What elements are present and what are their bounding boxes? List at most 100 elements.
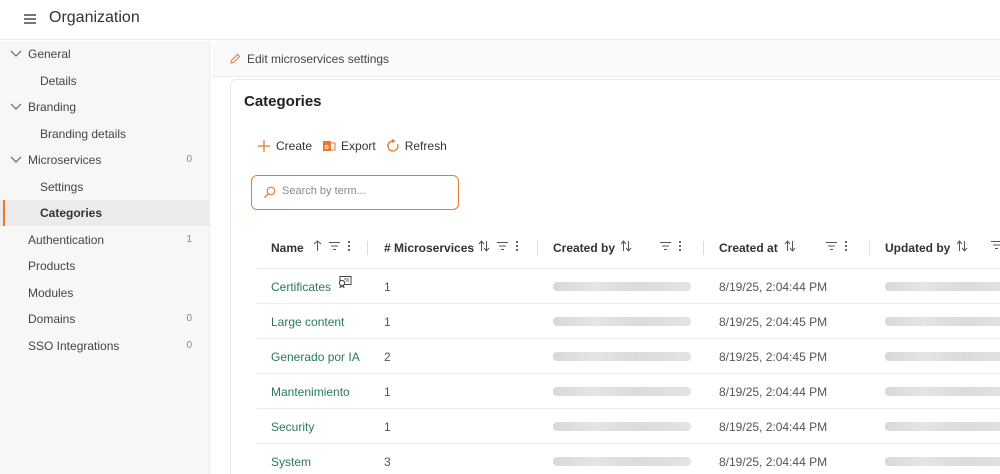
- filter-icon[interactable]: [329, 241, 340, 251]
- edit-settings-label: Edit microservices settings: [247, 52, 390, 66]
- created-by-redacted: [553, 422, 691, 431]
- sidebar-item-count: 0: [186, 313, 192, 324]
- sort-icon[interactable]: [620, 240, 632, 252]
- microservices-count: 3: [384, 455, 391, 469]
- category-name-link[interactable]: Certificates: [271, 280, 331, 294]
- category-name-link[interactable]: Generado por IA: [271, 350, 360, 364]
- created-by-redacted: [553, 457, 691, 466]
- sidebar-item-modules[interactable]: Modules: [0, 280, 210, 306]
- column-controls-created-at-2: [826, 240, 848, 252]
- category-name-link[interactable]: Mantenimiento: [271, 385, 350, 399]
- created-at: 8/19/25, 2:04:45 PM: [719, 315, 828, 329]
- more-vertical-icon[interactable]: [515, 240, 519, 252]
- filter-icon[interactable]: [497, 241, 508, 251]
- sidebar-item-settings[interactable]: Settings: [0, 174, 210, 200]
- export-button[interactable]: o Export: [322, 139, 376, 153]
- create-button[interactable]: Create: [257, 139, 312, 153]
- certificate-icon: [338, 276, 352, 288]
- search-input[interactable]: [282, 185, 452, 197]
- created-by-redacted: [553, 282, 691, 291]
- table-row[interactable]: Large content 1 8/19/25, 2:04:45 PM: [257, 304, 1000, 339]
- sidebar-item-label: Modules: [28, 286, 74, 300]
- plus-icon: [258, 140, 270, 152]
- sidebar-item-label: SSO Integrations: [28, 339, 120, 353]
- sidebar-item-label: Details: [40, 74, 77, 88]
- export-label: Export: [341, 139, 376, 153]
- created-by-redacted: [553, 387, 691, 396]
- sidebar-item-branding-details[interactable]: Branding details: [0, 121, 210, 147]
- column-controls-name: [313, 240, 351, 252]
- sort-icon[interactable]: [313, 240, 322, 252]
- sidebar-item-count: 1: [186, 234, 192, 245]
- sidebar-item-label: Domains: [28, 312, 76, 326]
- sidebar-item-label: Branding: [28, 100, 77, 114]
- sidebar-item-sso-integrations[interactable]: SSO Integrations 0: [0, 333, 210, 359]
- sidebar-item-count: 0: [186, 154, 192, 165]
- sidebar-item-general[interactable]: General: [0, 41, 210, 67]
- microservices-count: 1: [384, 280, 391, 294]
- sidebar-item-domains[interactable]: Domains 0: [0, 306, 210, 332]
- column-controls-created-by-2: [660, 240, 682, 252]
- column-controls-updated-by: [956, 240, 968, 252]
- microservices-count: 1: [384, 385, 391, 399]
- created-at: 8/19/25, 2:04:44 PM: [719, 420, 828, 434]
- column-controls-created-at: [784, 240, 796, 252]
- column-controls-updated-by-2: [991, 240, 1000, 250]
- column-header-microservices[interactable]: # Microservices: [384, 241, 474, 257]
- table-row[interactable]: Mantenimiento 1 8/19/25, 2:04:44 PM: [257, 374, 1000, 409]
- sidebar-item-branding[interactable]: Branding: [0, 94, 210, 120]
- created-at: 8/19/25, 2:04:45 PM: [719, 350, 828, 364]
- more-vertical-icon[interactable]: [347, 240, 351, 252]
- more-vertical-icon[interactable]: [678, 240, 682, 252]
- updated-by-redacted: [885, 282, 1000, 291]
- created-at: 8/19/25, 2:04:44 PM: [719, 280, 828, 294]
- sidebar-item-label: General: [28, 47, 71, 61]
- updated-by-redacted: [885, 457, 1000, 466]
- category-name-link[interactable]: Security: [271, 420, 314, 434]
- sidebar-item-authentication[interactable]: Authentication 1: [0, 227, 210, 253]
- table-row[interactable]: Generado por IA 2 8/19/25, 2:04:45 PM: [257, 339, 1000, 374]
- column-header-created-at[interactable]: Created at: [719, 241, 778, 257]
- sort-icon[interactable]: [784, 240, 796, 252]
- card-title: Categories: [244, 93, 322, 110]
- column-header-name[interactable]: Name: [271, 241, 304, 257]
- column-separator: [537, 241, 538, 255]
- refresh-icon: [387, 139, 399, 152]
- top-bar: Organization: [0, 0, 1000, 40]
- column-header-updated-by[interactable]: Updated by: [885, 241, 950, 257]
- sort-icon[interactable]: [956, 240, 968, 252]
- more-vertical-icon[interactable]: [844, 240, 848, 252]
- toolbar: Create o Export Refresh: [257, 139, 447, 153]
- column-separator: [703, 241, 704, 255]
- sidebar-item-microservices[interactable]: Microservices 0: [0, 147, 210, 173]
- column-header-created-by[interactable]: Created by: [553, 241, 615, 257]
- sidebar-item-details[interactable]: Details: [0, 68, 210, 94]
- search-box[interactable]: [251, 175, 459, 210]
- sidebar: General Details Branding Branding detail…: [0, 41, 210, 474]
- sidebar-item-label: Products: [28, 259, 76, 273]
- sub-header: Edit microservices settings: [211, 41, 1000, 77]
- chevron-down-icon: [10, 103, 22, 110]
- sidebar-item-categories[interactable]: Categories: [0, 200, 210, 226]
- table-row[interactable]: System 3 8/19/25, 2:04:44 PM: [257, 444, 1000, 474]
- hamburger-icon[interactable]: [24, 14, 36, 24]
- filter-icon[interactable]: [826, 241, 837, 251]
- category-name-link[interactable]: Large content: [271, 315, 344, 329]
- sidebar-item-label: Branding details: [40, 127, 127, 141]
- table-row[interactable]: Security 1 8/19/25, 2:04:44 PM: [257, 409, 1000, 444]
- column-separator: [869, 241, 870, 255]
- refresh-button[interactable]: Refresh: [386, 139, 447, 153]
- created-by-redacted: [553, 317, 691, 326]
- chevron-down-icon: [10, 50, 22, 57]
- filter-icon[interactable]: [660, 241, 671, 251]
- sidebar-item-count: 0: [186, 340, 192, 351]
- category-name-link[interactable]: System: [271, 455, 311, 469]
- sidebar-item-products[interactable]: Products: [0, 253, 210, 279]
- table-row[interactable]: Certificates 1 8/19/25, 2:04:44 PM: [257, 269, 1000, 304]
- sort-icon[interactable]: [478, 240, 490, 252]
- edit-settings-link[interactable]: Edit microservices settings: [229, 52, 389, 66]
- pencil-icon: [230, 53, 241, 64]
- created-at: 8/19/25, 2:04:44 PM: [719, 385, 828, 399]
- updated-by-redacted: [885, 317, 1000, 326]
- filter-icon[interactable]: [991, 240, 1000, 250]
